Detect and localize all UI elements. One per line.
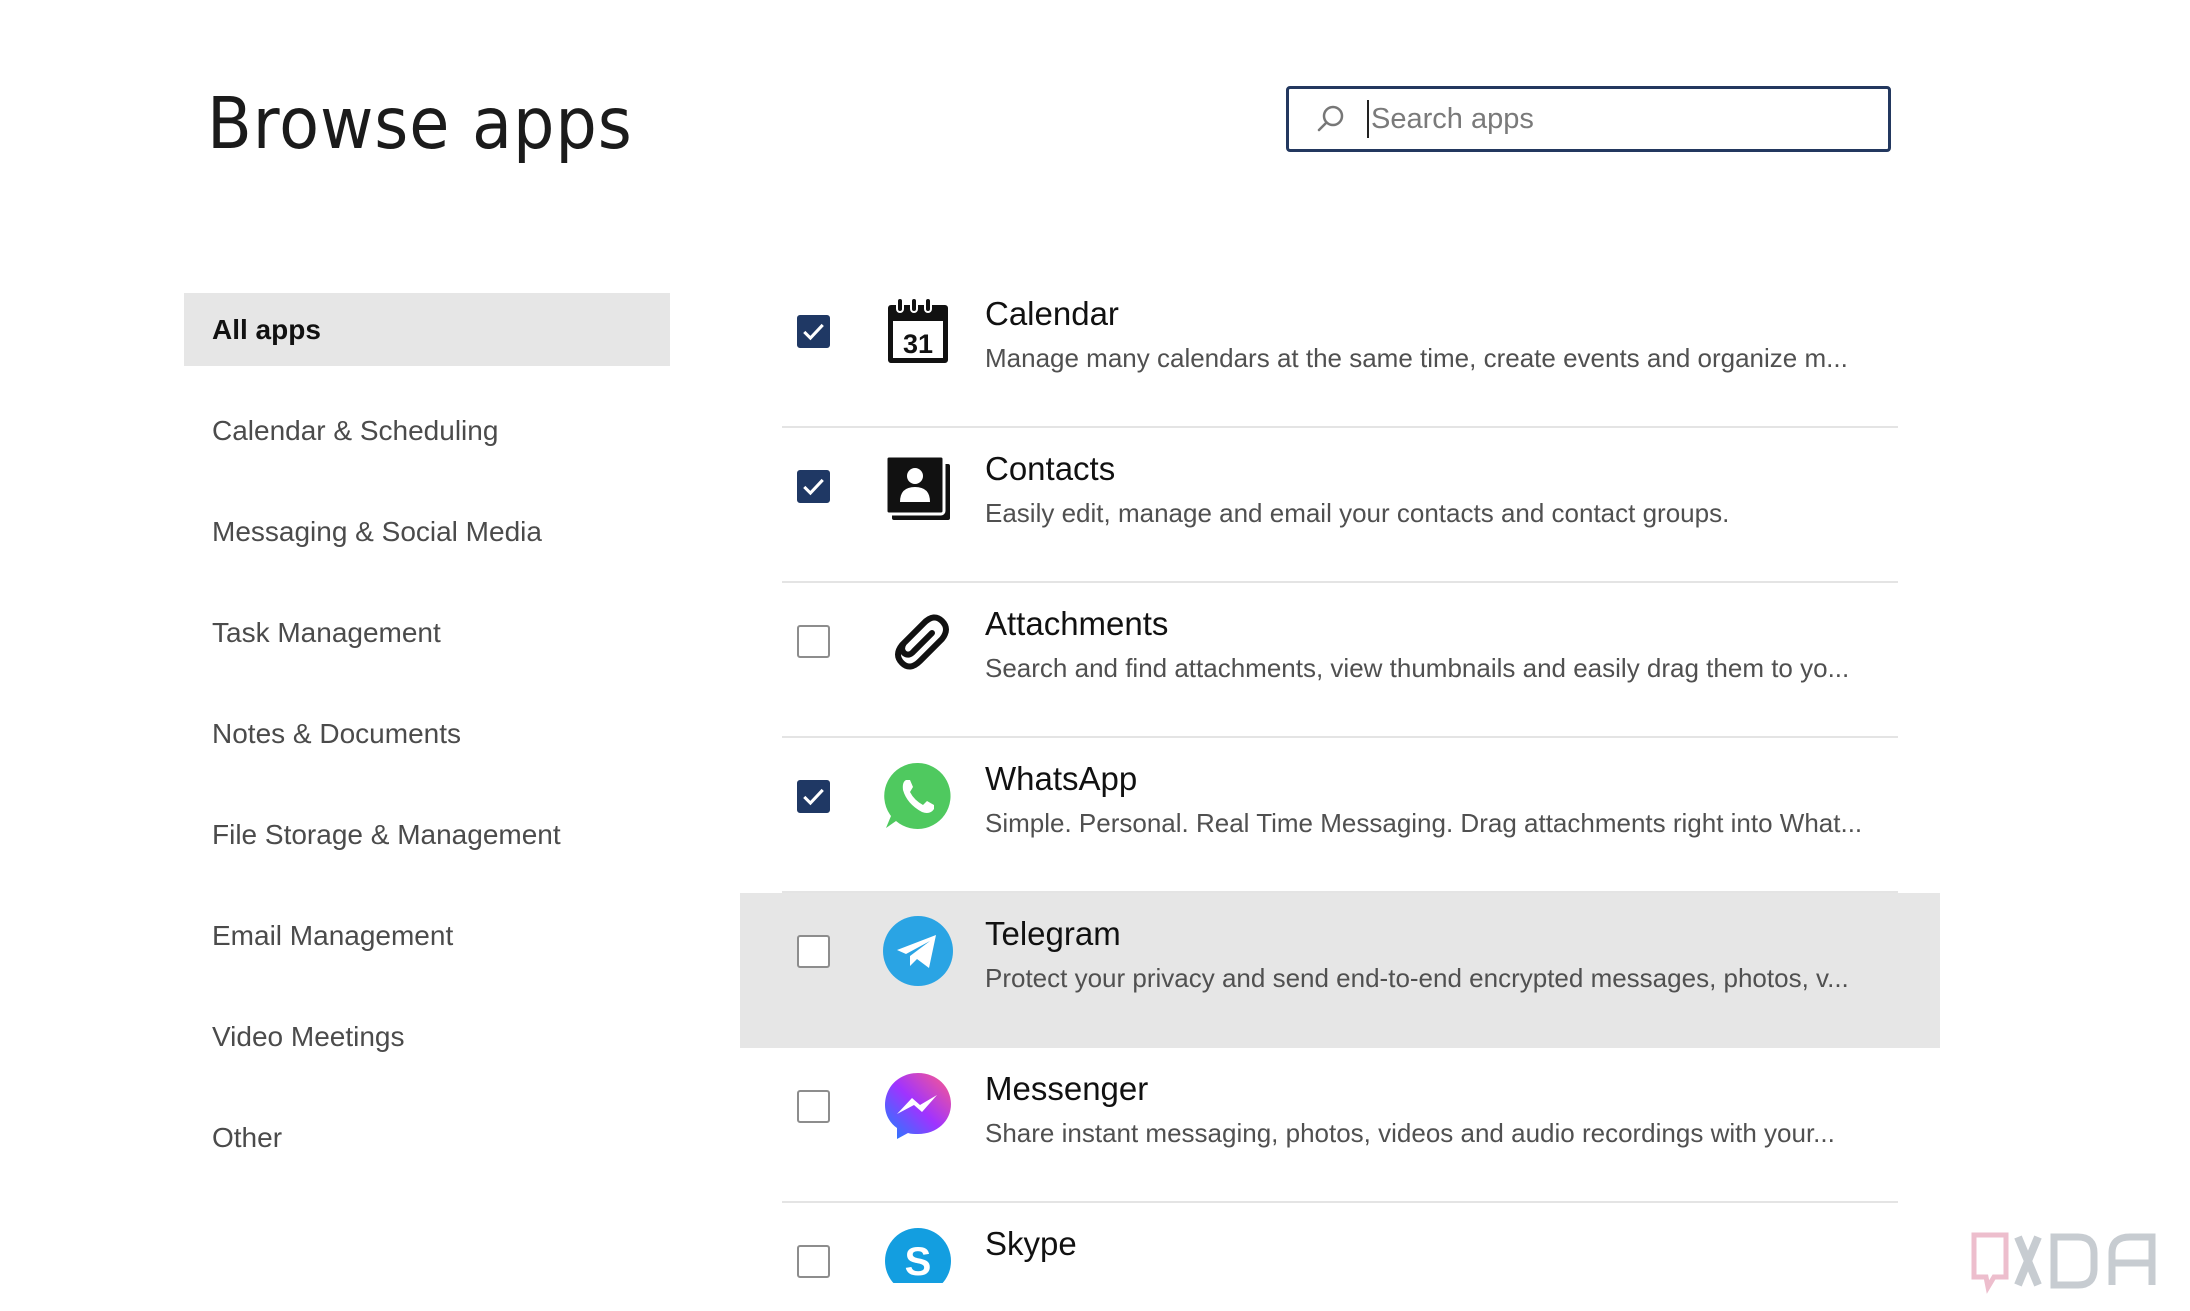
search-box[interactable]: [1286, 86, 1891, 152]
sidebar-item-video-meetings[interactable]: Video Meetings: [184, 1000, 670, 1073]
app-row-contacts[interactable]: Contacts Easily edit, manage and email y…: [782, 428, 1898, 583]
sidebar-item-other[interactable]: Other: [184, 1101, 670, 1174]
sidebar-item-task-management[interactable]: Task Management: [184, 596, 670, 669]
telegram-icon: [883, 916, 953, 986]
svg-text:31: 31: [903, 329, 933, 359]
app-name: WhatsApp: [985, 760, 1138, 797]
app-description: Protect your privacy and send end-to-end…: [985, 963, 1849, 993]
app-checkbox-skype[interactable]: [797, 1245, 830, 1278]
app-name: Telegram: [985, 915, 1121, 952]
xda-logo: [1971, 1232, 2156, 1294]
checkmark-icon: [803, 788, 824, 806]
category-sidebar: All apps Calendar & Scheduling Messaging…: [184, 293, 670, 1202]
sidebar-item-email-management[interactable]: Email Management: [184, 899, 670, 972]
paperclip-icon: [895, 614, 949, 670]
app-row-skype[interactable]: S Skype: [782, 1203, 1898, 1283]
sidebar-item-notes-documents[interactable]: Notes & Documents: [184, 697, 670, 770]
sidebar-item-file-storage[interactable]: File Storage & Management: [184, 798, 670, 871]
app-checkbox-messenger[interactable]: [797, 1090, 830, 1123]
sidebar-item-calendar-scheduling[interactable]: Calendar & Scheduling: [184, 394, 670, 467]
checkmark-icon: [803, 478, 824, 496]
app-description: Simple. Personal. Real Time Messaging. D…: [985, 808, 1863, 838]
sidebar-item-messaging-social[interactable]: Messaging & Social Media: [184, 495, 670, 568]
app-name: Messenger: [985, 1070, 1149, 1107]
app-name: Skype: [985, 1225, 1077, 1262]
app-name: Calendar: [985, 295, 1119, 332]
app-list: 31 Calendar Manage many calendars at the…: [740, 273, 1940, 1283]
app-row-messenger[interactable]: Messenger Share instant messaging, photo…: [782, 1048, 1898, 1203]
app-name: Contacts: [985, 450, 1116, 487]
calendar-icon: 31: [888, 297, 948, 363]
skype-icon: S: [885, 1228, 951, 1283]
app-description: Search and find attachments, view thumbn…: [985, 653, 1850, 683]
search-icon: [1317, 105, 1344, 132]
page-title: Browse apps: [207, 82, 633, 165]
app-description: Easily edit, manage and email your conta…: [985, 498, 1730, 528]
messenger-icon: [885, 1073, 951, 1139]
checkmark-icon: [803, 323, 824, 341]
app-row-attachments[interactable]: Attachments Search and find attachments,…: [782, 583, 1898, 738]
sidebar-item-all-apps[interactable]: All apps: [184, 293, 670, 366]
app-checkbox-contacts[interactable]: [797, 470, 830, 503]
app-checkbox-telegram[interactable]: [797, 935, 830, 968]
app-description: Share instant messaging, photos, videos …: [985, 1118, 1835, 1148]
app-row-whatsapp[interactable]: WhatsApp Simple. Personal. Real Time Mes…: [782, 738, 1898, 893]
app-row-telegram[interactable]: Telegram Protect your privacy and send e…: [740, 893, 1940, 1048]
app-checkbox-calendar[interactable]: [797, 315, 830, 348]
contacts-icon: [884, 454, 950, 520]
app-checkbox-whatsapp[interactable]: [797, 780, 830, 813]
search-input[interactable]: [1367, 100, 1853, 138]
app-row-calendar[interactable]: 31 Calendar Manage many calendars at the…: [782, 273, 1898, 428]
svg-text:S: S: [905, 1240, 932, 1283]
whatsapp-icon: [884, 762, 951, 829]
app-checkbox-attachments[interactable]: [797, 625, 830, 658]
app-name: Attachments: [985, 605, 1169, 642]
app-description: Manage many calendars at the same time, …: [985, 343, 1848, 373]
